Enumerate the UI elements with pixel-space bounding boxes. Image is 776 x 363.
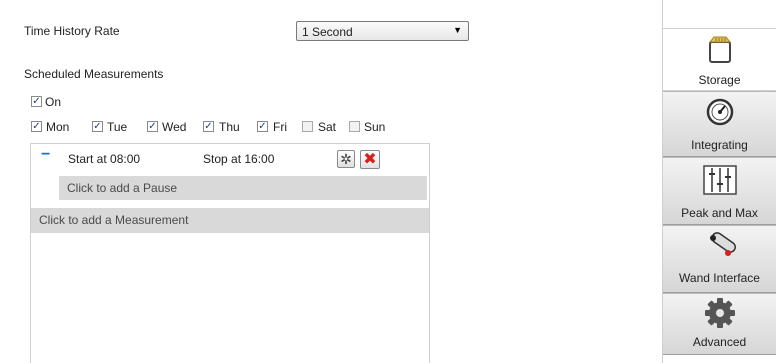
settings-sidebar: Storage Integrating Peak and Max Wand In… <box>663 0 776 363</box>
tue-checkbox[interactable]: ✓ <box>92 121 103 132</box>
sat-checkbox[interactable] <box>302 121 313 132</box>
thu-label: Thu <box>219 120 240 134</box>
gauge-icon <box>663 96 776 128</box>
edit-settings-button[interactable]: ✲ <box>337 150 355 168</box>
collapse-minus-icon[interactable]: − <box>41 146 50 164</box>
dropdown-arrow-icon: ▼ <box>453 25 462 35</box>
tab-storage[interactable]: Storage <box>663 28 776 91</box>
tab-wand-interface[interactable]: Wand Interface <box>663 225 776 293</box>
tab-advanced[interactable]: Advanced <box>663 293 776 355</box>
on-checkbox[interactable]: ✓ <box>31 96 42 107</box>
stop-time-text: Stop at 16:00 <box>203 152 275 166</box>
sun-label: Sun <box>364 120 386 134</box>
sat-label: Sat <box>318 120 337 134</box>
tab-advanced-label: Advanced <box>692 335 747 349</box>
tab-storage-label: Storage <box>698 73 741 87</box>
time-history-rate-label: Time History Rate <box>24 24 120 38</box>
add-measurement-row[interactable]: Click to add a Measurement <box>31 208 429 233</box>
close-icon: ✖ <box>363 151 377 168</box>
tab-wand-interface-label: Wand Interface <box>679 271 760 285</box>
on-label: On <box>45 95 62 109</box>
tab-integrating[interactable]: Integrating <box>663 91 776 157</box>
add-pause-row[interactable]: Click to add a Pause <box>59 176 427 200</box>
tab-peak-and-max[interactable]: Peak and Max <box>663 157 776 225</box>
wed-label: Wed <box>162 120 187 134</box>
sd-card-icon <box>663 33 776 65</box>
mon-label: Mon <box>46 120 70 134</box>
sun-checkbox[interactable] <box>349 121 360 132</box>
gear-icon: ✲ <box>340 151 352 167</box>
add-measurement-label: Click to add a Measurement <box>39 213 189 227</box>
start-time-text: Start at 08:00 <box>68 152 141 166</box>
wed-checkbox[interactable]: ✓ <box>147 121 158 132</box>
tab-peak-and-max-label: Peak and Max <box>681 206 758 220</box>
tue-label: Tue <box>107 120 128 134</box>
thu-checkbox[interactable]: ✓ <box>203 121 214 132</box>
delete-button[interactable]: ✖ <box>360 150 380 169</box>
settings-panel: Time History Rate 1 Second ▼ Scheduled M… <box>0 0 663 363</box>
gear-icon <box>663 297 776 329</box>
wand-icon <box>663 230 776 262</box>
fri-checkbox[interactable]: ✓ <box>257 121 268 132</box>
add-pause-label: Click to add a Pause <box>67 181 178 195</box>
fri-label: Fri <box>273 120 287 134</box>
schedule-list: − Start at 08:00 Stop at 16:00 ✲ ✖ Click… <box>30 143 430 363</box>
sliders-icon <box>663 164 776 196</box>
time-history-rate-select[interactable]: 1 Second ▼ <box>296 21 469 41</box>
scheduled-measurements-label: Scheduled Measurements <box>24 67 164 81</box>
time-history-rate-value: 1 Second <box>302 25 353 39</box>
tab-integrating-label: Integrating <box>691 138 748 152</box>
mon-checkbox[interactable]: ✓ <box>31 121 42 132</box>
